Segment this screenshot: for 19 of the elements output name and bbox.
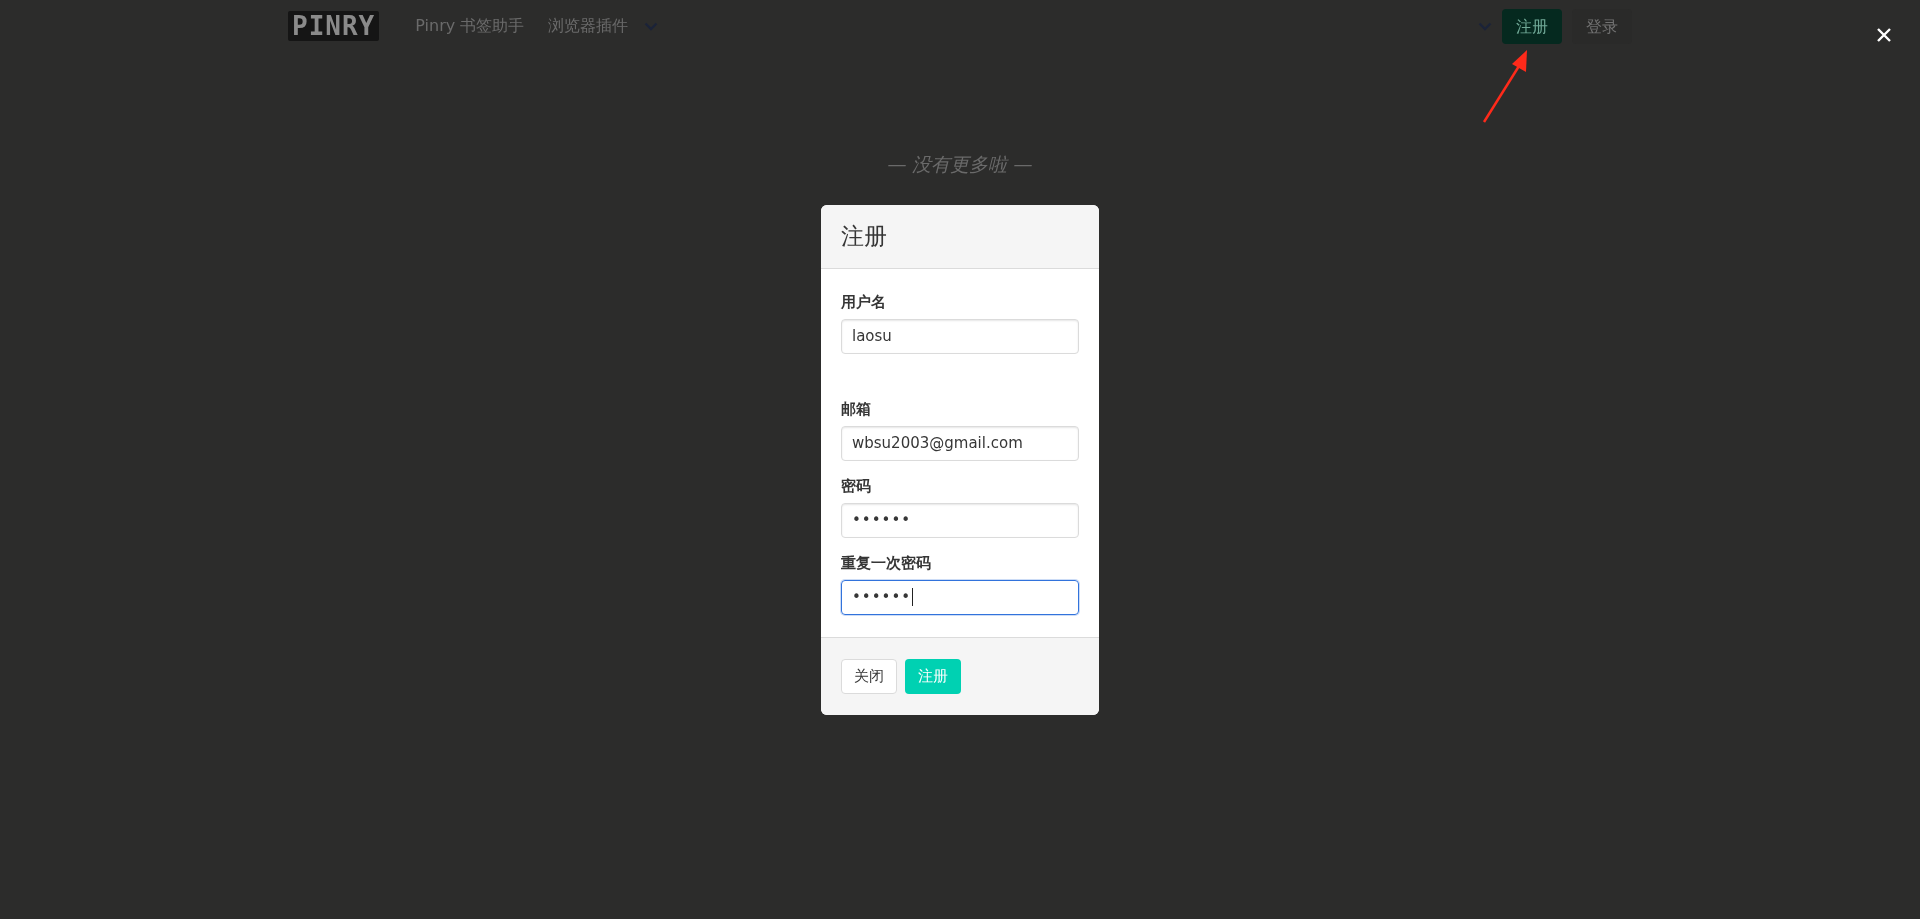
field-label: 密码 (841, 475, 872, 497)
field-value: •••••• (852, 588, 912, 606)
logo[interactable]: PINRY (288, 11, 380, 41)
password-field[interactable]: •••••• (841, 579, 1079, 615)
field-label: 邮箱 (841, 398, 872, 420)
password-field[interactable]: •••••• (841, 502, 1079, 538)
modal-title: 注册 (841, 221, 887, 251)
input-field[interactable]: wbsu2003@gmail.com (841, 425, 1079, 461)
signup-button[interactable]: 注册 (1502, 8, 1562, 44)
text-cursor (912, 588, 914, 606)
field-value: wbsu2003@gmail.com (852, 434, 1023, 452)
field-value: laosu (852, 327, 892, 345)
close-icon[interactable] (1876, 27, 1892, 43)
close-button[interactable]: 关闭 (841, 658, 897, 694)
field-value: •••••• (852, 511, 912, 529)
end-message: — 没有更多啦 — (887, 153, 1033, 175)
field-label: 用户名 (841, 291, 887, 313)
field-label: 重复一次密码 (841, 552, 932, 574)
input-field[interactable]: laosu (841, 318, 1079, 354)
